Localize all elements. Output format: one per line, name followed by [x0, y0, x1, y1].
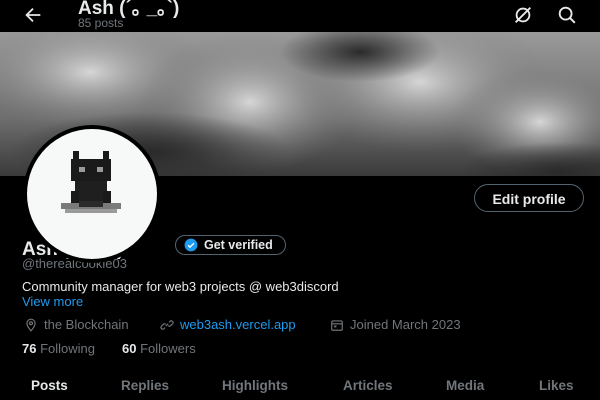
post-count: 85 posts — [78, 16, 124, 30]
pixel-cat-icon — [61, 151, 121, 213]
profile-location: the Blockchain — [24, 317, 129, 332]
search-icon[interactable] — [556, 4, 578, 26]
edit-profile-button[interactable]: Edit profile — [474, 184, 584, 212]
back-arrow-icon[interactable] — [22, 4, 44, 26]
following-count: 76 — [22, 341, 37, 356]
followers-label: Followers — [140, 341, 196, 356]
grok-icon[interactable] — [512, 4, 534, 26]
location-pin-icon — [26, 318, 36, 332]
tab-media[interactable]: Media — [446, 378, 484, 393]
following-label: Following — [40, 341, 96, 356]
verified-badge-icon — [184, 238, 198, 252]
profile-website: web3ash.vercel.app — [160, 317, 296, 332]
get-verified-label: Get verified — [204, 238, 273, 252]
followers-link[interactable]: 60 Followers — [122, 341, 196, 356]
joined-text: Joined March 2023 — [350, 317, 461, 332]
view-more-link[interactable]: View more — [22, 294, 83, 309]
get-verified-button[interactable]: Get verified — [175, 235, 286, 255]
top-bar: Ash (´｡ _｡`) 85 posts — [0, 0, 600, 32]
avatar-image — [27, 129, 157, 259]
avatar[interactable] — [23, 125, 161, 263]
website-link[interactable]: web3ash.vercel.app — [180, 317, 296, 332]
tab-replies[interactable]: Replies — [121, 378, 169, 393]
link-icon — [160, 319, 174, 330]
tab-highlights[interactable]: Highlights — [222, 378, 288, 393]
profile-bio: Community manager for web3 projects @ we… — [22, 279, 339, 294]
tab-articles[interactable]: Articles — [343, 378, 393, 393]
location-text: the Blockchain — [44, 317, 129, 332]
tab-likes[interactable]: Likes — [539, 378, 574, 393]
following-link[interactable]: 76 Following — [22, 341, 95, 356]
calendar-icon — [331, 319, 343, 331]
profile-tabs: Posts Replies Highlights Articles Media … — [0, 372, 600, 400]
followers-count: 60 — [122, 341, 137, 356]
profile-joined: Joined March 2023 — [330, 317, 461, 332]
tab-posts[interactable]: Posts — [31, 378, 68, 393]
